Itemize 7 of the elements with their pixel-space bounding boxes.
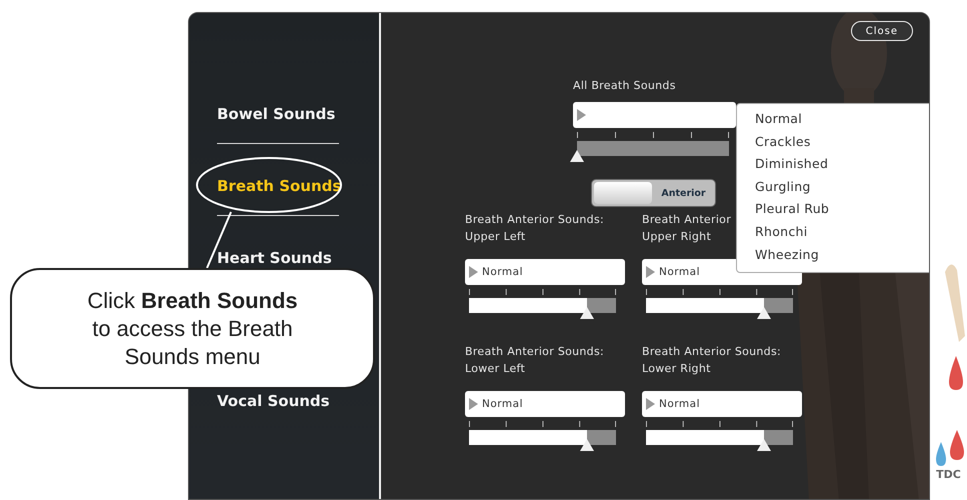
zone-label: Breath Anterior Sounds: Upper Left <box>465 212 604 245</box>
section-label: All Breath Sounds <box>573 78 676 94</box>
zone-label: Breath Anterior Sounds: Lower Right <box>642 344 781 377</box>
callout-text: Click Breath Sounds to access the Breath Sounds menu <box>86 286 299 370</box>
zone-label: Breath Anterior Upper Right <box>642 212 732 245</box>
logo: TDC <box>936 468 961 481</box>
zone-label: Breath Anterior Sounds: Lower Left <box>465 344 604 377</box>
